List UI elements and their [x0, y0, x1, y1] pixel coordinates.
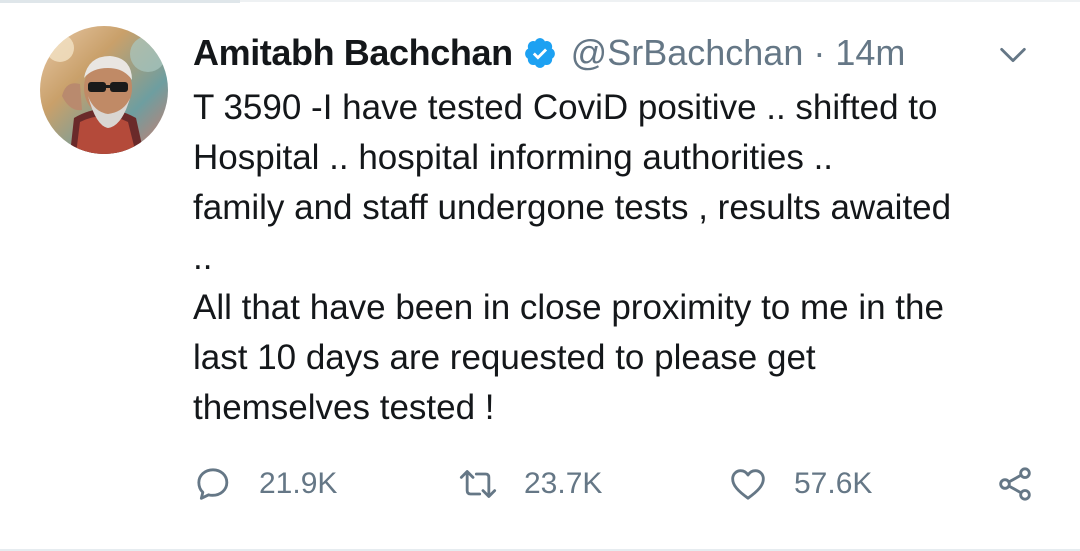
tweet-card[interactable]: Amitabh Bachchan @SrBachchan · 14m T 359…	[0, 0, 1080, 551]
tweet-actions: 21.9K 23.7K 57.6K	[193, 460, 1053, 508]
avatar[interactable]	[40, 26, 168, 154]
header-separator: ·	[813, 32, 826, 73]
reply-count: 21.9K	[259, 467, 338, 500]
tweet-text: T 3590 -I have tested CoviD positive .. …	[193, 88, 952, 427]
avatar-image	[40, 26, 168, 154]
retweet-count: 23.7K	[524, 467, 603, 500]
chevron-down-icon[interactable]	[996, 38, 1030, 72]
share-icon	[995, 464, 1035, 504]
retweet-button[interactable]: 23.7K	[458, 460, 602, 508]
heart-icon	[728, 464, 768, 504]
top-accent-rule	[0, 0, 240, 3]
like-button[interactable]: 57.6K	[728, 460, 872, 508]
reply-icon	[193, 464, 233, 504]
author-handle[interactable]: @SrBachchan	[571, 32, 804, 74]
tweet-header: Amitabh Bachchan @SrBachchan · 14m	[193, 26, 1050, 80]
share-button[interactable]	[995, 460, 1035, 508]
tweet-timestamp[interactable]: 14m	[835, 32, 905, 74]
top-divider	[240, 0, 1080, 2]
like-count: 57.6K	[794, 467, 873, 500]
reply-button[interactable]: 21.9K	[193, 460, 337, 508]
author-display-name[interactable]: Amitabh Bachchan	[193, 32, 513, 74]
verified-badge-icon	[523, 36, 557, 70]
retweet-icon	[458, 464, 498, 504]
